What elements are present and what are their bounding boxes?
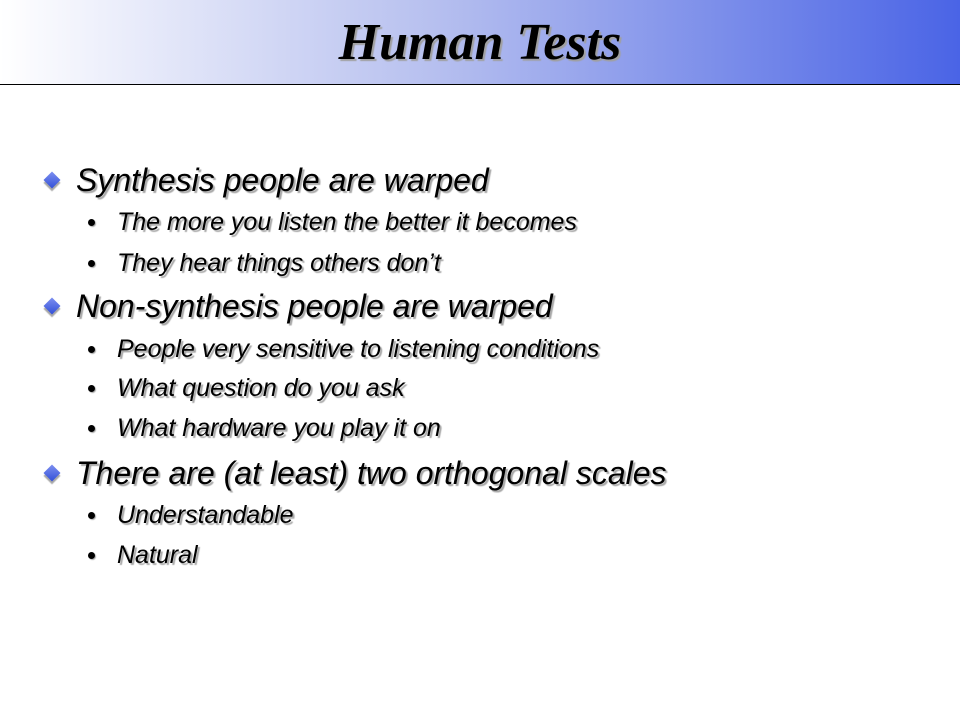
sub-bullet-item: They hear things others don’t [86, 245, 441, 281]
sub-bullet-text: They hear things others don’t [117, 248, 441, 277]
bullet-item: Non-synthesis people are warped [42, 284, 553, 328]
sub-bullet-item: What hardware you play it on [86, 410, 441, 446]
round-bullet-icon [88, 345, 95, 353]
sub-bullet-text: People very sensitive to listening condi… [117, 334, 600, 363]
sub-bullet-text: What hardware you play it on [117, 413, 441, 442]
bullet-text: Synthesis people are warped [76, 161, 489, 198]
sub-bullet-text: Understandable [117, 500, 294, 529]
sub-bullet-item: People very sensitive to listening condi… [86, 331, 599, 367]
diamond-bullet-icon [43, 297, 61, 315]
sub-bullet-item: Understandable [86, 497, 294, 533]
round-bullet-icon [88, 511, 95, 519]
round-bullet-icon [88, 218, 95, 226]
sub-bullet-item: The more you listen the better it become… [86, 204, 577, 240]
bullet-text: There are (at least) two orthogonal scal… [76, 454, 667, 491]
round-bullet-icon [88, 384, 95, 392]
sub-bullet-text: What question do you ask [117, 373, 405, 402]
diamond-bullet-icon [43, 464, 61, 482]
bullet-list: Synthesis people are warped The more you… [0, 0, 960, 720]
round-bullet-icon [88, 259, 95, 267]
bullet-item: There are (at least) two orthogonal scal… [42, 451, 667, 495]
sub-bullet-item: What question do you ask [86, 370, 405, 406]
round-bullet-icon [88, 424, 95, 432]
round-bullet-icon [88, 551, 95, 559]
bullet-text: Non-synthesis people are warped [76, 287, 553, 324]
sub-bullet-item: Natural [86, 537, 198, 573]
diamond-bullet-icon [43, 171, 61, 189]
sub-bullet-text: The more you listen the better it become… [117, 207, 577, 236]
sub-bullet-text: Natural [117, 540, 198, 569]
bullet-item: Synthesis people are warped [42, 158, 489, 202]
